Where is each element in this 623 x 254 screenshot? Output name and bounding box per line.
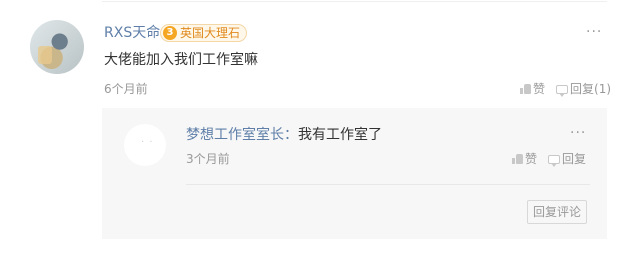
reply-line: 梦想工作室室长：我有工作室了 [186,126,382,144]
thumbs-up-icon [512,154,523,164]
speech-bubble-icon [556,84,568,97]
thumbs-up-icon [520,84,531,94]
more-options-icon[interactable]: ··· [586,25,602,39]
avatar[interactable] [30,20,84,74]
reply-divider [186,184,590,185]
reply-like-label: 赞 [525,152,538,166]
user-level-badge[interactable]: 3 英国大理石 [160,24,248,42]
reply-time: 3个月前 [186,152,230,166]
reply-reply-label: 回复 [562,152,587,166]
badge-label: 英国大理石 [180,26,241,40]
reply-more-options-icon[interactable]: ··· [570,126,586,140]
comment-content: 大佬能加入我们工作室嘛 [104,52,258,68]
reply-like-button[interactable]: 赞 [512,151,537,167]
speech-bubble-icon [548,154,560,167]
reply-content: 我有工作室了 [298,127,382,143]
comment-time: 6个月前 [104,82,148,96]
reply-username[interactable]: 梦想工作室室长 [186,127,284,143]
reply-reply-button[interactable]: 回复 [548,151,586,167]
reply-avatar[interactable]: · · [124,124,166,166]
reply-button[interactable]: 回复 (1) [556,81,611,97]
like-label: 赞 [533,82,546,96]
reply-count: (1) [594,82,612,96]
reply-avatar-placeholder: · · [141,137,154,148]
like-button[interactable]: 赞 [520,81,545,97]
reply-comment-button[interactable]: 回复评论 [527,200,588,224]
reply-separator: ： [284,127,298,143]
level-3-medal-icon: 3 [163,26,177,40]
top-divider [102,1,607,2]
reply-label: 回复 [570,82,595,96]
comment-username[interactable]: RXS天命 [104,24,160,42]
